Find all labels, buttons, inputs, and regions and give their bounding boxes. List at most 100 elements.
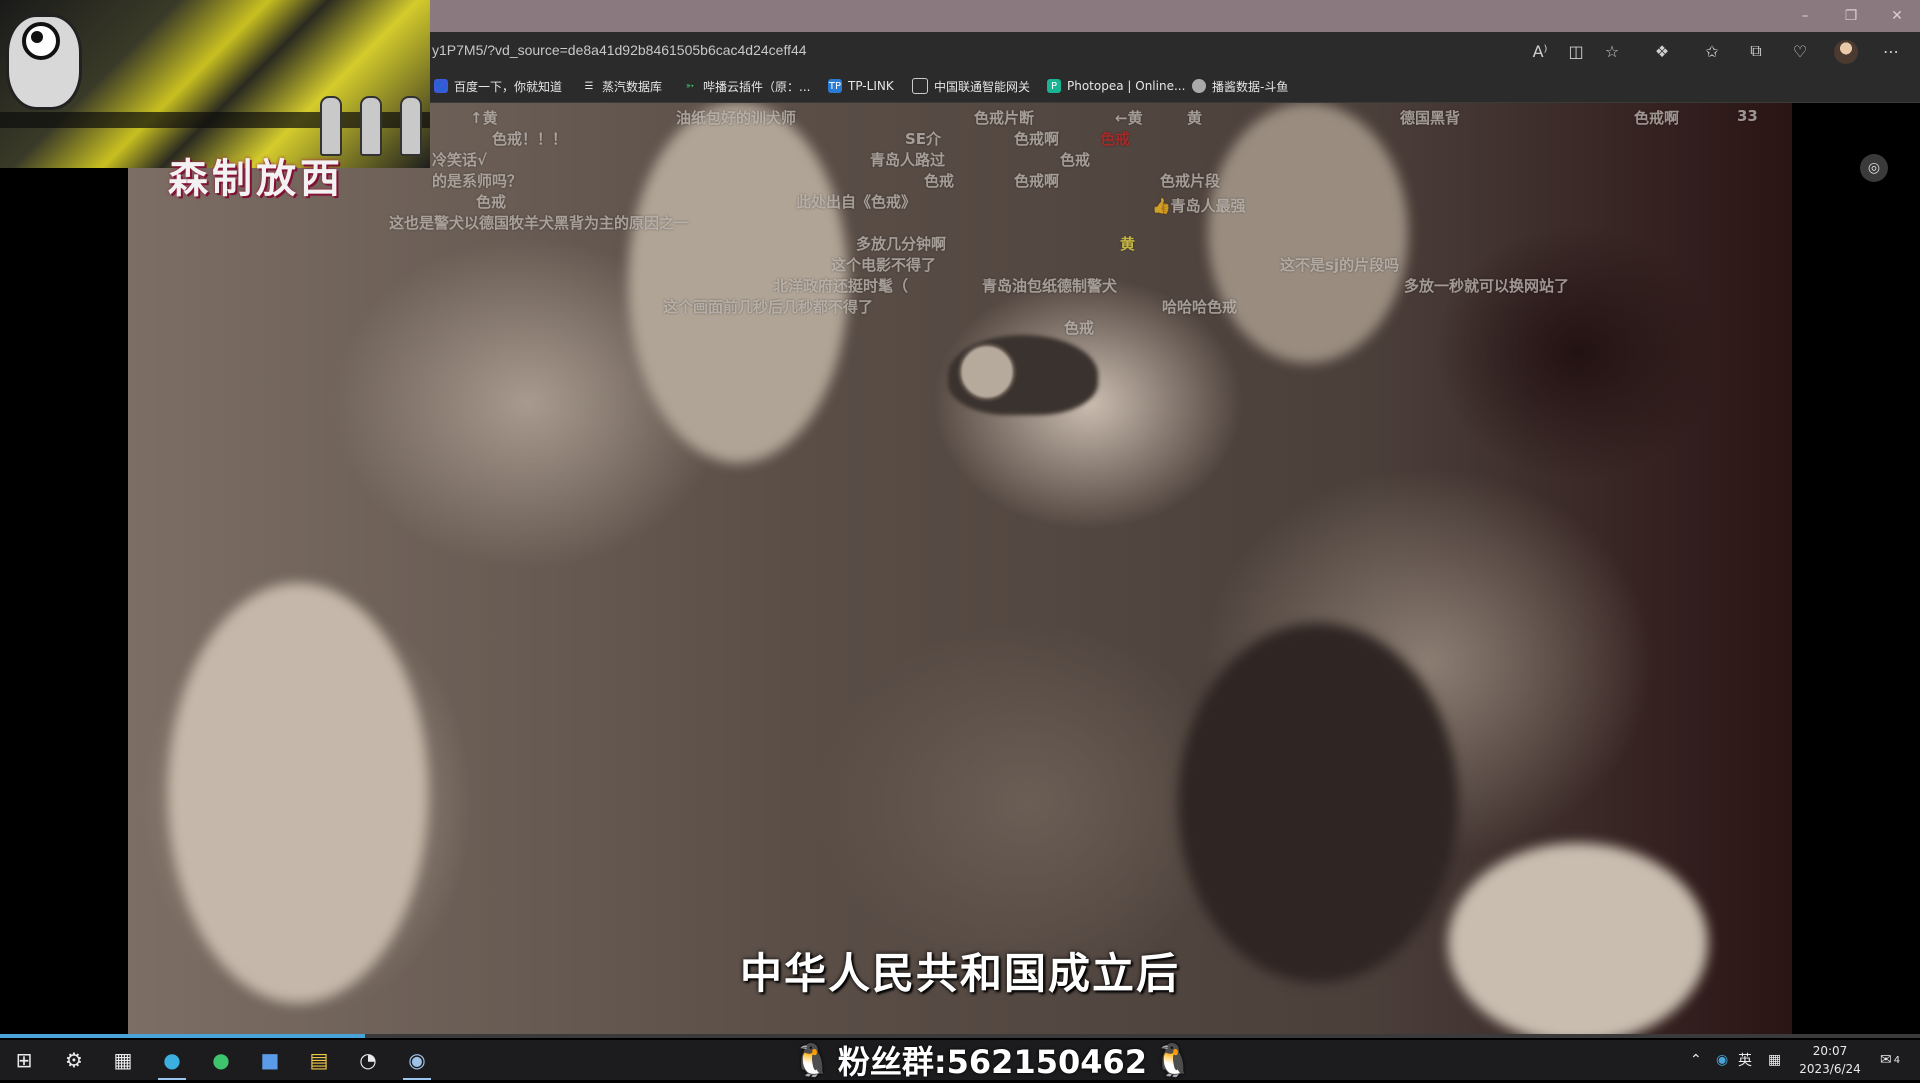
danmaku-comment: 色戒: [1064, 319, 1095, 337]
database-icon: ☰: [584, 80, 594, 92]
danmaku-comment: 黄: [1187, 109, 1203, 127]
profile-icon[interactable]: [1834, 40, 1858, 64]
danmaku-comment: 此处出自《色戒》: [796, 193, 917, 211]
cast-icon[interactable]: ◎: [1860, 154, 1888, 182]
collections-icon[interactable]: ⧉: [1743, 38, 1769, 64]
penguin-icon: 🐧: [792, 1041, 832, 1079]
danmaku-comment: 这个画面前几秒后几秒都不得了: [663, 298, 874, 316]
browser-essentials-icon[interactable]: ♡: [1787, 38, 1813, 64]
settings-icon[interactable]: ⚙: [50, 1040, 98, 1080]
danmaku-comment: 色戒！！！: [492, 130, 568, 148]
bookmark-plugin[interactable]: ➳ 哔播云插件（原：...: [683, 74, 811, 98]
page-icon: [912, 78, 928, 94]
split-screen-icon[interactable]: ◫: [1563, 38, 1589, 64]
bookmark-steam-db[interactable]: ☰ 蒸汽数据库: [582, 74, 663, 98]
edge-icon[interactable]: ●: [148, 1040, 196, 1080]
bookmark-label: TP-LINK: [848, 79, 894, 93]
bookmark-label: 哔播云插件（原：...: [703, 79, 811, 94]
bottle-shape: [400, 96, 422, 156]
video-player[interactable]: [128, 103, 1792, 1038]
danmaku-comment: 多放一秒就可以换网站了: [1404, 277, 1570, 295]
danmaku-comment: 这也是警犬以德国牧羊犬黑背为主的原因之一: [389, 214, 690, 232]
cartoon-pupil: [31, 31, 43, 43]
danmaku-comment: 哈哈哈色戒: [1162, 298, 1238, 316]
bookmark-label: 中国联通智能网关: [934, 79, 1031, 94]
app-blue-icon[interactable]: ■: [246, 1040, 294, 1080]
thumbnail-overlay: [0, 0, 430, 168]
minimize-icon[interactable]: –: [1782, 0, 1828, 32]
photopea-icon: P: [1047, 79, 1061, 93]
video-figure: [1208, 103, 1408, 363]
bottle-shape: [360, 96, 382, 156]
extensions-icon[interactable]: ❖: [1649, 38, 1675, 64]
notification-count: 4: [1893, 1054, 1901, 1066]
video-subtitle: 中华人民共和国成立后: [739, 949, 1180, 998]
video-figure: [958, 343, 1016, 401]
network-icon[interactable]: ◉: [1716, 1040, 1728, 1080]
bookmark-photopea[interactable]: P Photopea | Online...: [1047, 74, 1185, 98]
read-aloud-icon[interactable]: A⁾: [1527, 38, 1553, 64]
penguin-icon: 🐧: [1153, 1041, 1193, 1079]
tplink-icon: TP: [828, 79, 842, 93]
danmaku-comment: ↑黄: [470, 109, 498, 127]
clock-date: 2023/6/24: [1799, 1062, 1861, 1076]
video-progress-fill: [0, 1034, 365, 1038]
danmaku-comment: 油纸包好的训犬师: [676, 109, 797, 127]
fan-group-banner: 🐧 粉丝群:562150462 🐧: [792, 1040, 1193, 1081]
bookmark-unicom[interactable]: 中国联通智能网关: [912, 74, 1030, 98]
windows-start-icon[interactable]: ⊞: [0, 1040, 48, 1080]
danmaku-comment: 的是系师吗？: [432, 172, 523, 190]
danmaku-comment: 色戒片断: [974, 109, 1035, 127]
fan-group-text: 粉丝群:562150462: [837, 1043, 1148, 1081]
danmaku-comment: 色戒啊: [1014, 172, 1060, 190]
bookmark-label: 蒸汽数据库: [602, 79, 663, 94]
app-green-icon[interactable]: ●: [197, 1040, 245, 1080]
app-circle-icon[interactable]: ◔: [344, 1040, 392, 1080]
danmaku-comment: ←黄: [1115, 109, 1143, 127]
file-explorer-icon[interactable]: ▤: [295, 1040, 343, 1080]
clock-time: 20:07: [1812, 1044, 1848, 1058]
bookmark-label: 播酱数据-斗鱼: [1212, 79, 1289, 94]
plugin-icon: ➳: [685, 80, 695, 92]
danmaku-comment: 色戒啊: [1634, 109, 1680, 127]
danmaku-comment: 黄: [1120, 235, 1136, 253]
danmaku-comment: 色戒: [924, 172, 955, 190]
danmaku-comment: SE介: [905, 130, 942, 148]
keyboard-icon[interactable]: ▦: [1768, 1040, 1781, 1080]
danmaku-comment: 👍青岛人最强: [1152, 197, 1246, 215]
danmaku-comment: 色戒: [1060, 151, 1091, 169]
steam-icon[interactable]: ◉: [393, 1040, 441, 1080]
close-icon[interactable]: ✕: [1874, 0, 1920, 32]
bookmark-baidu[interactable]: 🐾 百度一下，你就知道: [434, 74, 562, 98]
video-figure: [1178, 623, 1458, 983]
danmaku-comment: 色戒: [1100, 130, 1131, 148]
url-field[interactable]: y1P7M5/?vd_source=de8a41d92b8461505b6cac…: [432, 42, 807, 58]
system-clock[interactable]: 20:07 2023/6/24: [1790, 1042, 1870, 1078]
danmaku-comment: 色戒: [476, 193, 507, 211]
danmaku-comment: 多放几分钟啊: [856, 235, 947, 253]
calculator-icon[interactable]: ▦: [99, 1040, 147, 1080]
bookmark-label: Photopea | Online...: [1067, 79, 1186, 93]
bookmark-tplink[interactable]: TP TP-LINK: [828, 74, 894, 98]
show-hidden-icons-icon[interactable]: ⌃: [1690, 1040, 1702, 1080]
danmaku-comment: 青岛油包纸德制警犬: [982, 277, 1118, 295]
danmaku-comment: 这个电影不得了: [831, 256, 937, 274]
restore-icon[interactable]: ❐: [1828, 0, 1874, 32]
danmaku-comment: 北洋政府还挺时髦（: [773, 277, 909, 295]
baidu-icon: 🐾: [434, 79, 448, 93]
bookmark-douyu[interactable]: 播酱数据-斗鱼: [1192, 74, 1288, 98]
more-icon[interactable]: ⋯: [1878, 38, 1904, 64]
danmaku-comment: 青岛人路过: [870, 151, 946, 169]
danmaku-comment: 这不是sj的片段吗: [1280, 256, 1400, 274]
overlay-title: 森制放西: [168, 156, 344, 202]
add-favorite-icon[interactable]: ☆: [1599, 38, 1625, 64]
ime-indicator[interactable]: 英: [1738, 1040, 1752, 1080]
bookmark-label: 百度一下，你就知道: [454, 79, 563, 94]
notifications-icon[interactable]: ✉ 4: [1880, 1040, 1900, 1080]
danmaku-comment: 色戒啊: [1014, 130, 1060, 148]
danmaku-comment: 33: [1737, 107, 1758, 125]
danmaku-comment: 色戒片段: [1160, 172, 1221, 190]
douyu-icon: [1192, 79, 1206, 93]
danmaku-comment: 冷笑话√: [432, 151, 488, 169]
favorites-icon[interactable]: ✩: [1699, 38, 1725, 64]
